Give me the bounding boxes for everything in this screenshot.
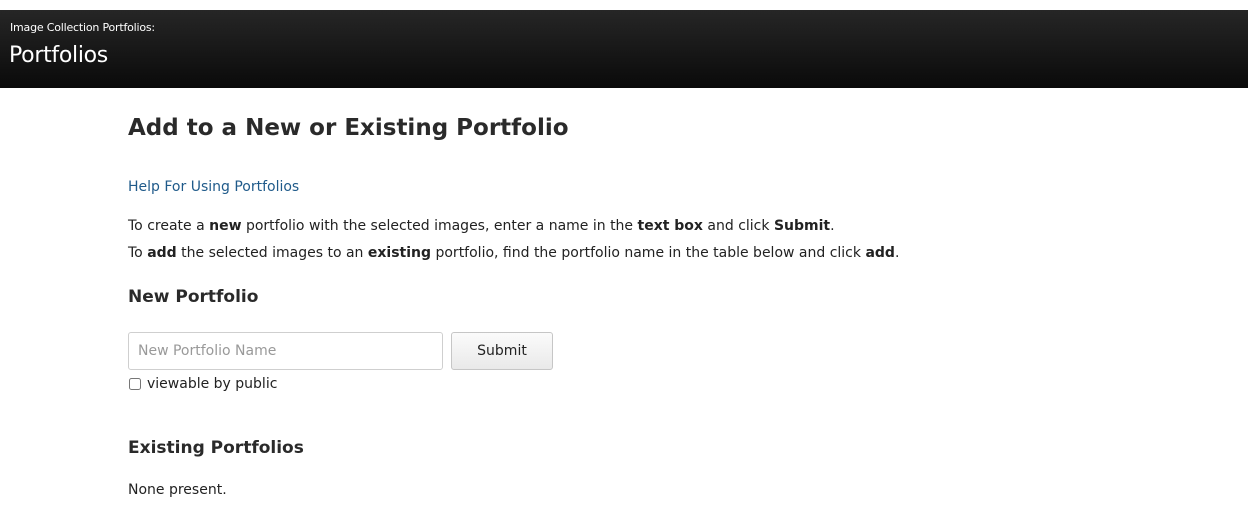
instruction-bold: text box [637,218,703,234]
instruction-bold: add [865,245,895,261]
header-subtitle: Image Collection Portfolios: [10,21,155,34]
instruction-text: and click [702,218,774,234]
help-link[interactable]: Help For Using Portfolios [128,179,299,195]
existing-portfolios-heading: Existing Portfolios [128,438,304,458]
instruction-text: the selected images to an [176,245,368,261]
instruction-new: To create a new portfolio with the selec… [128,218,835,234]
instruction-existing: To add the selected images to an existin… [128,245,899,261]
instruction-text: . [830,218,835,234]
viewable-by-public-label: viewable by public [147,376,278,392]
instruction-bold: add [147,245,177,261]
instruction-bold: new [209,218,242,234]
page-header: Image Collection Portfolios: Portfolios [0,10,1248,88]
existing-portfolios-empty-text: None present. [128,482,227,498]
page-title: Add to a New or Existing Portfolio [128,115,569,141]
new-portfolio-heading: New Portfolio [128,287,259,307]
instruction-text: To [128,245,148,261]
new-portfolio-name-input[interactable] [128,332,443,370]
viewable-by-public-row[interactable]: viewable by public [128,374,277,394]
instruction-text: . [894,245,900,261]
instruction-text: To create a [128,218,210,234]
viewable-by-public-checkbox[interactable] [129,378,141,390]
header-title: Portfolios [9,43,108,68]
instruction-text: portfolio, find the portfolio name in th… [431,245,866,261]
instruction-bold: existing [367,245,432,261]
submit-button[interactable]: Submit [451,332,553,370]
instruction-text: portfolio with the selected images, ente… [241,218,638,234]
instruction-bold: Submit [773,218,831,234]
